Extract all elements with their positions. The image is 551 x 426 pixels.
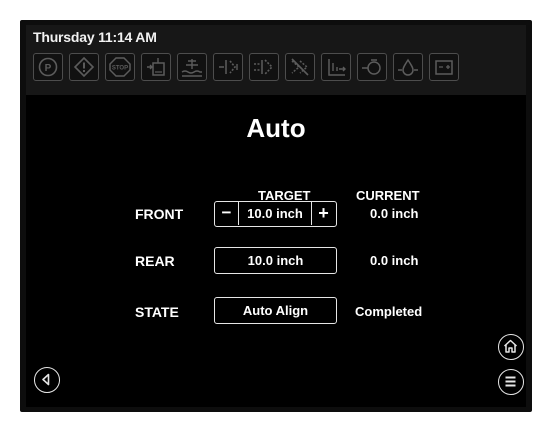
level-ground-icon [177,53,207,81]
status-bar: Thursday 11:14 AM P STOP [26,25,526,95]
back-button[interactable] [34,367,60,393]
oil-pressure-icon [393,53,423,81]
battery-icon [429,53,459,81]
svg-text:P: P [45,63,52,74]
home-icon [503,339,518,353]
front-increase-button[interactable]: + [311,202,335,225]
warning-icon [69,53,99,81]
current-column-header: CURRENT [356,188,420,203]
jack-fault-icon [285,53,315,81]
parking-brake-icon: P [33,53,63,81]
svg-text:STOP: STOP [112,66,128,72]
rear-jack-icon [249,53,279,81]
front-current-value: 0.0 inch [370,206,419,221]
front-target-value: 10.0 inch [247,206,303,221]
pump-icon [357,53,387,81]
display-screen: Thursday 11:14 AM P STOP Auto TARGET CUR… [26,25,526,407]
auto-align-button[interactable]: Auto Align [214,297,337,324]
jack-down-icon [141,53,171,81]
page-title: Auto [246,113,306,143]
front-label: FRONT [135,206,184,222]
front-target-stepper: − 10.0 inch + [214,201,337,227]
indicator-strip: P STOP [33,53,523,83]
front-jack-icon [213,53,243,81]
home-button[interactable] [498,334,524,360]
stop-icon: STOP [105,53,135,81]
state-status-value: Completed [355,304,423,319]
device-bezel: Thursday 11:14 AM P STOP Auto TARGET CUR… [20,20,532,412]
rear-current-value: 0.0 inch [370,253,419,268]
stairs-icon [321,53,351,81]
rear-label: REAR [135,253,175,269]
state-label: STATE [135,304,179,320]
front-decrease-button[interactable]: − [215,202,239,225]
datetime-label: Thursday 11:14 AM [33,29,157,45]
rear-target-button[interactable]: 10.0 inch [214,247,337,274]
menu-icon [505,376,516,387]
back-arrow-icon [42,373,50,386]
menu-button[interactable] [498,369,524,395]
